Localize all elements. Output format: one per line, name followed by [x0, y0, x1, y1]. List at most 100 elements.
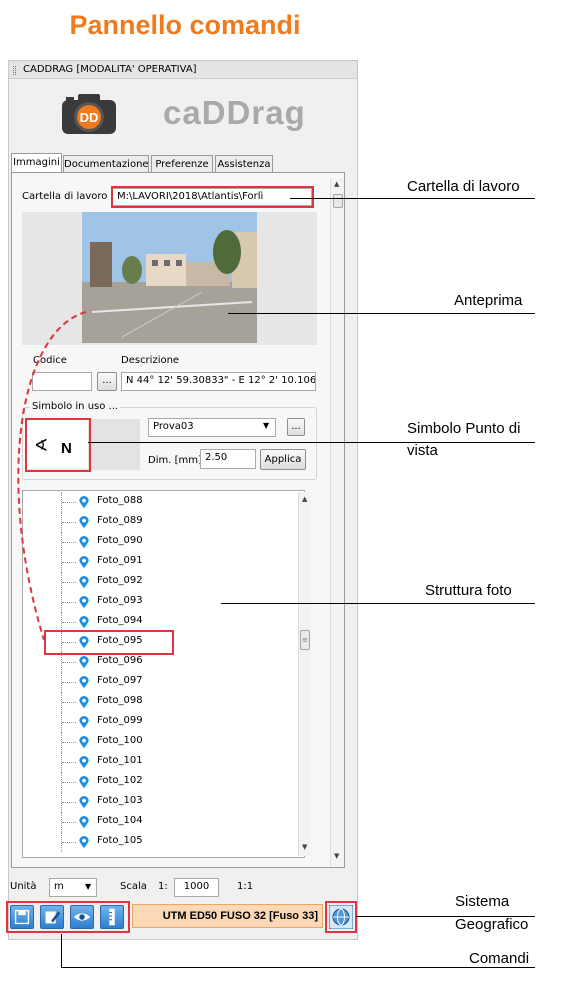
tree-item-label: Foto_098 [97, 695, 143, 706]
scroll-up-icon[interactable]: ▲ [334, 180, 339, 188]
page-heading: Pannello comandi [69, 10, 301, 40]
tree-item-foto_100[interactable]: Foto_100 [23, 732, 283, 752]
selected-photo-highlight [44, 630, 174, 655]
tree-item-foto_089[interactable]: Foto_089 [23, 512, 283, 532]
tree-item-label: Foto_103 [97, 795, 143, 806]
tree-item-label: Foto_091 [97, 555, 143, 566]
descrizione-input[interactable]: N 44° 12' 59.30833" - E 12° 2' 10.1063 [121, 372, 316, 391]
scroll-thumb[interactable] [333, 194, 343, 208]
tree-item-label: Foto_096 [97, 655, 143, 666]
pin-icon [79, 536, 89, 549]
simbolo-group-label: Simbolo in uso ... [30, 401, 121, 412]
tree-guide [62, 762, 76, 763]
simbolo-browse-button[interactable]: ... [287, 418, 305, 436]
tree-guide [62, 682, 76, 683]
annotation-struttura-line [221, 603, 535, 604]
scroll-down-icon[interactable]: ▼ [334, 852, 339, 860]
tree-scroll-down-icon[interactable]: ▼ [302, 843, 307, 851]
tree-guide [62, 662, 76, 663]
tree-item-foto_105[interactable]: Foto_105 [23, 832, 283, 852]
panel-title: CADDRAG [MODALITA' OPERATIVA] [9, 61, 357, 79]
tree-guide [62, 622, 76, 623]
annotation-simbolo-line [88, 442, 535, 443]
drag-grip-icon[interactable] [13, 66, 16, 75]
simbolo-select[interactable]: Prova03 [148, 418, 276, 437]
pin-icon [79, 836, 89, 849]
pin-icon [79, 816, 89, 829]
preview-image [82, 212, 257, 343]
unit-chevron-down-icon[interactable]: ▼ [85, 882, 91, 891]
unit-select-value: m [54, 881, 64, 892]
tree-item-foto_097[interactable]: Foto_097 [23, 672, 283, 692]
codice-input[interactable] [32, 372, 92, 391]
tree-item-label: Foto_101 [97, 755, 143, 766]
tree-scroll-up-icon[interactable]: ▲ [302, 495, 307, 503]
apply-button[interactable]: Applica [260, 449, 306, 470]
dim-label: Dim. [mm] [148, 455, 202, 466]
dim-input[interactable]: 2.50 [200, 449, 256, 469]
tree-item-foto_093[interactable]: Foto_093 [23, 592, 283, 612]
camera-logo-icon: DD [62, 94, 116, 134]
tab-immagini[interactable]: Immagini [11, 153, 62, 173]
tree-item-label: Foto_090 [97, 535, 143, 546]
codice-label: Codice [33, 355, 67, 366]
tree-scroll-thumb[interactable]: ≡ [300, 630, 310, 650]
pin-icon [79, 676, 89, 689]
annotation-comandi-vline [61, 934, 62, 968]
tab-assistenza[interactable]: Assistenza [215, 155, 273, 173]
pin-icon [79, 576, 89, 589]
tree-item-foto_102[interactable]: Foto_102 [23, 772, 283, 792]
tree-item-foto_094[interactable]: Foto_094 [23, 612, 283, 632]
tree-item-label: Foto_099 [97, 715, 143, 726]
scale-prefix: 1: [158, 881, 168, 892]
panel-scrollbar[interactable]: ▲ ▼ [330, 178, 344, 866]
tree-item-foto_091[interactable]: Foto_091 [23, 552, 283, 572]
tree-guide [62, 722, 76, 723]
annotation-struttura: Struttura foto [425, 582, 512, 599]
tree-guide [62, 822, 76, 823]
tree-guide [62, 782, 76, 783]
tree-item-foto_098[interactable]: Foto_098 [23, 692, 283, 712]
globe-highlight [325, 901, 357, 933]
tab-documentazione[interactable]: Documentazione [63, 155, 149, 173]
tree-item-foto_090[interactable]: Foto_090 [23, 532, 283, 552]
chevron-down-icon[interactable]: ▼ [263, 421, 269, 430]
simbolo-select-value: Prova03 [153, 421, 194, 432]
tree-item-label: Foto_094 [97, 615, 143, 626]
pin-icon [79, 596, 89, 609]
tree-item-label: Foto_089 [97, 515, 143, 526]
tree-item-foto_092[interactable]: Foto_092 [23, 572, 283, 592]
annotation-sistema-line1: Sistema [455, 893, 510, 910]
scale-input[interactable]: 1000 [174, 878, 219, 897]
annotation-comandi: Comandi [469, 950, 530, 967]
tree-scrollbar[interactable]: ▲ ≡ ▼ [298, 492, 311, 856]
annotation-anteprima: Anteprima [454, 292, 523, 309]
tree-item-foto_096[interactable]: Foto_096 [23, 652, 283, 672]
scale-ratio: 1:1 [237, 881, 254, 892]
photo-tree: Foto_088 Foto_089 Foto_090 Foto_091 Foto_092… [22, 490, 305, 858]
annotation-anteprima-line [228, 313, 535, 314]
tab-preferenze[interactable]: Preferenze [151, 155, 213, 173]
tree-guide [62, 702, 76, 703]
pin-icon [79, 696, 89, 709]
tree-item-foto_104[interactable]: Foto_104 [23, 812, 283, 832]
unit-label: Unità [10, 881, 37, 892]
tree-item-label: Foto_092 [97, 575, 143, 586]
annotation-comandi-line [61, 967, 535, 968]
pin-icon [79, 496, 89, 509]
descrizione-label: Descrizione [121, 355, 180, 366]
tree-item-label: Foto_100 [97, 735, 143, 746]
tree-item-foto_099[interactable]: Foto_099 [23, 712, 283, 732]
commands-highlight [6, 901, 130, 933]
tree-item-foto_101[interactable]: Foto_101 [23, 752, 283, 772]
tree-guide [62, 602, 76, 603]
tree-item-foto_103[interactable]: Foto_103 [23, 792, 283, 812]
annotation-cartella-line [290, 198, 535, 199]
tree-guide [62, 542, 76, 543]
tree-item-label: Foto_102 [97, 775, 143, 786]
scale-label: Scala [120, 881, 147, 892]
codice-browse-button[interactable]: ... [97, 372, 117, 391]
annotation-cartella: Cartella di lavoro [407, 178, 520, 195]
pin-icon [79, 656, 89, 669]
tree-item-foto_088[interactable]: Foto_088 [23, 492, 283, 512]
